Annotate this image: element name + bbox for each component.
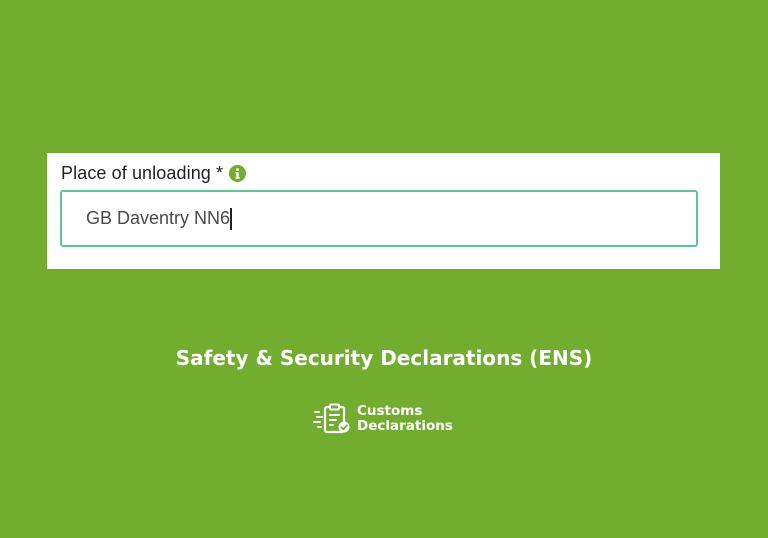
clipboard-check-icon [313, 403, 351, 435]
place-of-unloading-label: Place of unloading * [61, 163, 224, 183]
field-label-row: Place of unloading * [61, 163, 247, 184]
banner-headline: Safety & Security Declarations (ENS) [175, 346, 593, 370]
input-value[interactable]: GB Daventry NN6 [86, 208, 230, 229]
form-card: Place of unloading * GB Daventry NN6 [47, 153, 720, 269]
place-of-unloading-input[interactable]: GB Daventry NN6 [60, 190, 698, 247]
brand-logo[interactable]: Customs Declarations [313, 403, 453, 435]
text-caret [230, 207, 232, 230]
brand-line-2: Declarations [357, 418, 453, 434]
brand-line-1: Customs [357, 403, 423, 419]
brand-text: Customs Declarations [357, 404, 453, 434]
info-icon[interactable] [229, 165, 247, 182]
